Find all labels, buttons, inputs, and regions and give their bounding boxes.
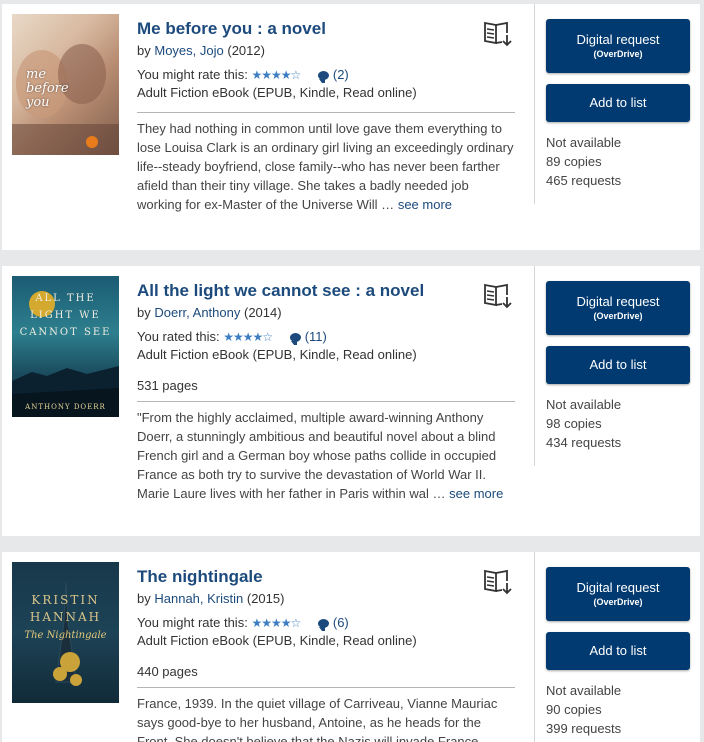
book-title[interactable]: The nightingale bbox=[137, 566, 515, 588]
availability-status: Not available bbox=[546, 397, 622, 412]
rate-label: You rated this: bbox=[137, 329, 220, 344]
author-link[interactable]: Hannah, Kristin bbox=[154, 591, 243, 606]
add-to-list-button[interactable]: Add to list bbox=[546, 84, 690, 122]
page-count: 440 pages bbox=[137, 664, 198, 679]
author-link[interactable]: Moyes, Jojo bbox=[154, 43, 223, 58]
comment-icon[interactable] bbox=[317, 71, 329, 83]
result-card: me before you Me before you : a novel by… bbox=[2, 4, 700, 250]
column-divider bbox=[534, 266, 535, 466]
requests-count: 465 requests bbox=[546, 173, 622, 188]
see-more-link[interactable]: see more bbox=[449, 486, 503, 501]
book-cover[interactable]: me before you bbox=[12, 14, 119, 155]
digital-request-button[interactable]: Digital request (OverDrive) bbox=[546, 281, 690, 335]
cover-author: KRISTIN HANNAH bbox=[29, 593, 102, 624]
digital-request-provider: (OverDrive) bbox=[593, 597, 643, 607]
add-to-list-button[interactable]: Add to list bbox=[546, 346, 690, 384]
ebook-format-icon bbox=[484, 569, 512, 595]
comment-count[interactable]: (2) bbox=[333, 67, 349, 82]
by-label: by bbox=[137, 591, 151, 606]
rate-label: You might rate this: bbox=[137, 615, 248, 630]
book-title[interactable]: All the light we cannot see : a novel bbox=[137, 280, 515, 302]
book-description: "From the highly acclaimed, multiple awa… bbox=[137, 401, 515, 503]
book-cover[interactable]: ALL THE LIGHT WE CANNOT SEE ANTHONY DOER… bbox=[12, 276, 119, 417]
by-label: by bbox=[137, 305, 151, 320]
format-info: Adult Fiction eBook (EPUB, Kindle, Read … bbox=[137, 85, 417, 100]
publication-year: (2015) bbox=[246, 591, 285, 606]
rate-label: You might rate this: bbox=[137, 67, 248, 82]
description-text: They had nothing in common until love ga… bbox=[137, 121, 514, 212]
format-info: Adult Fiction eBook (EPUB, Kindle, Read … bbox=[137, 633, 417, 648]
page-count: 531 pages bbox=[137, 378, 198, 393]
digital-request-label: Digital request bbox=[576, 294, 660, 309]
book-description: They had nothing in common until love ga… bbox=[137, 112, 515, 214]
book-title[interactable]: Me before you : a novel bbox=[137, 18, 515, 40]
author-link[interactable]: Doerr, Anthony bbox=[154, 305, 240, 320]
digital-request-label: Digital request bbox=[576, 580, 660, 595]
column-divider bbox=[534, 4, 535, 204]
result-card: KRISTIN HANNAH The Nightingale The night… bbox=[2, 552, 700, 742]
rating-stars[interactable]: ★★★★☆ bbox=[251, 68, 301, 82]
format-info: Adult Fiction eBook (EPUB, Kindle, Read … bbox=[137, 347, 417, 362]
column-divider bbox=[534, 552, 535, 742]
comment-count[interactable]: (6) bbox=[333, 615, 349, 630]
digital-request-button[interactable]: Digital request (OverDrive) bbox=[546, 19, 690, 73]
publication-year: (2012) bbox=[227, 43, 265, 58]
add-to-list-button[interactable]: Add to list bbox=[546, 632, 690, 670]
description-text: France, 1939. In the quiet village of Ca… bbox=[137, 696, 498, 742]
ebook-format-icon bbox=[484, 21, 512, 47]
comment-icon[interactable] bbox=[289, 333, 301, 345]
copies-count: 89 copies bbox=[546, 154, 602, 169]
comment-count[interactable]: (11) bbox=[305, 329, 327, 344]
book-description: France, 1939. In the quiet village of Ca… bbox=[137, 687, 515, 742]
result-card: ALL THE LIGHT WE CANNOT SEE ANTHONY DOER… bbox=[2, 266, 700, 536]
ebook-format-icon bbox=[484, 283, 512, 309]
digital-request-label: Digital request bbox=[576, 32, 660, 47]
comment-icon[interactable] bbox=[317, 619, 329, 631]
cover-title: ALL THE LIGHT WE CANNOT SEE bbox=[19, 293, 112, 338]
publication-year: (2014) bbox=[243, 305, 282, 320]
rating-stars[interactable]: ★★★★☆ bbox=[251, 616, 301, 630]
see-more-link[interactable]: see more bbox=[398, 197, 452, 212]
copies-count: 90 copies bbox=[546, 702, 602, 717]
requests-count: 434 requests bbox=[546, 435, 622, 450]
requests-count: 399 requests bbox=[546, 721, 622, 736]
availability-status: Not available bbox=[546, 135, 622, 150]
digital-request-provider: (OverDrive) bbox=[593, 49, 643, 59]
rating-stars[interactable]: ★★★★☆ bbox=[223, 330, 273, 344]
availability-info: Not available 98 copies 434 requests bbox=[546, 395, 621, 452]
availability-info: Not available 90 copies 399 requests bbox=[546, 681, 621, 738]
cover-title: The Nightingale bbox=[24, 630, 107, 641]
book-cover[interactable]: KRISTIN HANNAH The Nightingale bbox=[12, 562, 119, 703]
cover-author: ANTHONY DOERR bbox=[25, 403, 106, 411]
by-label: by bbox=[137, 43, 151, 58]
digital-request-button[interactable]: Digital request (OverDrive) bbox=[546, 567, 690, 621]
cover-title: me before you bbox=[26, 67, 69, 110]
copies-count: 98 copies bbox=[546, 416, 602, 431]
digital-request-provider: (OverDrive) bbox=[593, 311, 643, 321]
availability-info: Not available 89 copies 465 requests bbox=[546, 133, 621, 190]
availability-status: Not available bbox=[546, 683, 622, 698]
description-text: "From the highly acclaimed, multiple awa… bbox=[137, 410, 497, 501]
